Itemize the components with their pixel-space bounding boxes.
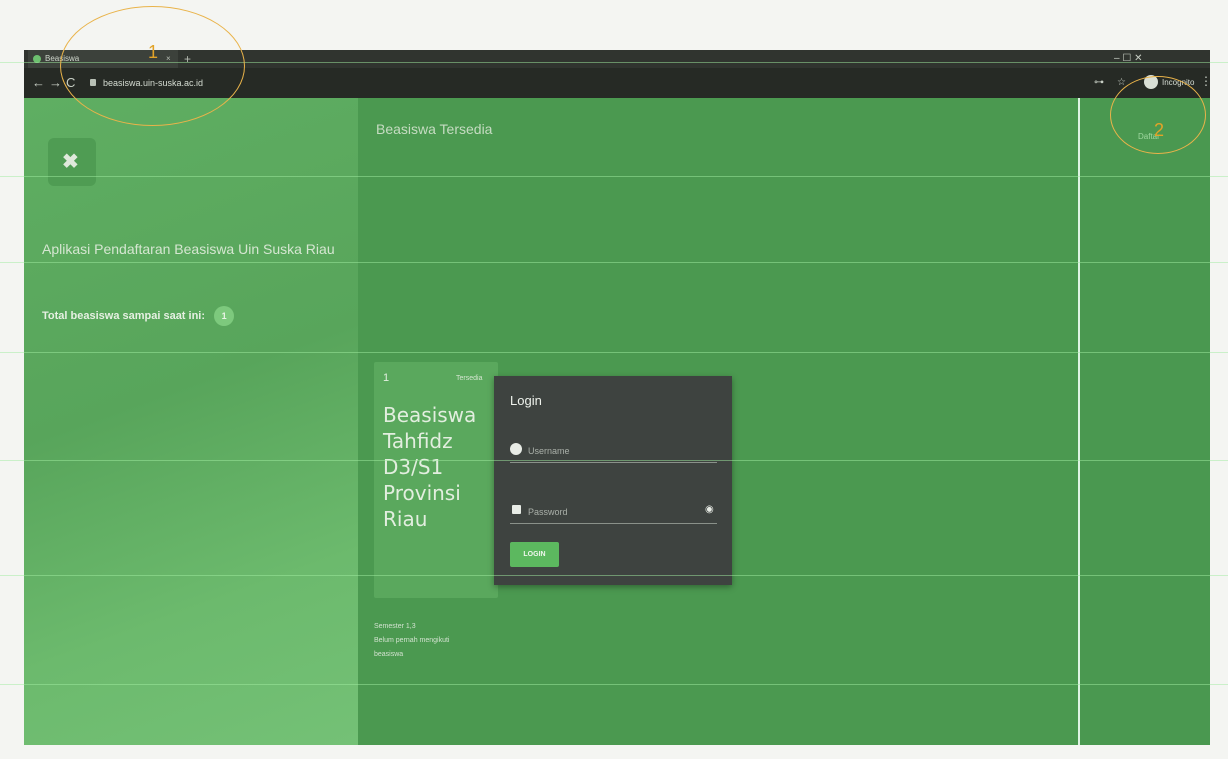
window-controls[interactable]: – ☐ ✕ (1114, 50, 1142, 68)
count-badge: 1 (214, 306, 235, 326)
back-arrow-icon[interactable]: ← (32, 75, 45, 91)
annotation-label-2: 2 (1154, 120, 1165, 140)
scan-artifact (0, 684, 1228, 685)
login-title: Login (510, 393, 542, 408)
password-field[interactable]: ◉ (510, 501, 717, 524)
card-requirement-line: beasiswa (374, 651, 404, 658)
username-input[interactable] (526, 441, 700, 461)
annotation-label-1: 1 (148, 42, 159, 62)
annotation-circle-1 (60, 6, 245, 126)
login-button[interactable]: LOGIN (510, 542, 559, 567)
scan-artifact (0, 352, 1228, 353)
logo-mark-icon: ✖ (62, 151, 79, 173)
scanned-page: Beasiswa × + – ☐ ✕ ← → C beasiswa.uin-su… (0, 0, 1228, 759)
card-number: 1 (383, 372, 390, 384)
key-icon[interactable]: ⊶ (1094, 77, 1104, 89)
login-modal: Login ◉ LOGIN (494, 376, 732, 585)
scan-artifact (0, 262, 1228, 263)
eye-slash-icon[interactable]: ◉ (705, 503, 714, 517)
lock-icon (512, 505, 521, 514)
card-title: Beasiswa Tahfidz D3/S1 Provinsi Riau (383, 403, 477, 531)
card-status-badge: Tersedia (456, 375, 483, 382)
scan-artifact (0, 575, 1228, 576)
menu-dots-icon[interactable]: ⋮ (1200, 74, 1210, 88)
scan-artifact (0, 176, 1228, 177)
scan-artifact (0, 460, 1228, 461)
sidebar: ✖ Aplikasi Pendaftaran Beasiswa Uin Susk… (24, 98, 358, 745)
app-title: Aplikasi Pendaftaran Beasiswa Uin Suska … (42, 241, 335, 257)
page-title: Beasiswa Tersedia (376, 121, 493, 137)
total-scholarships: Total beasiswa sampai saat ini: 1 (42, 306, 235, 326)
scholarship-card[interactable]: 1 Tersedia Beasiswa Tahfidz D3/S1 Provin… (374, 362, 498, 598)
annotation-circle-2 (1110, 76, 1206, 154)
total-label: Total beasiswa sampai saat ini: (42, 309, 206, 322)
browser-window: Beasiswa × + – ☐ ✕ ← → C beasiswa.uin-su… (24, 50, 1210, 745)
card-semester: Semester 1,3 (374, 623, 416, 630)
logo: ✖ (48, 138, 96, 186)
right-panel: Daftar (1078, 98, 1210, 745)
forward-arrow-icon[interactable]: → (49, 75, 62, 91)
password-input[interactable] (526, 502, 700, 522)
card-requirements: Semester 1,3 Belum pernah mengikuti beas… (374, 620, 450, 662)
card-requirement-line: Belum pernah mengikuti (374, 637, 450, 644)
user-icon (510, 443, 522, 455)
